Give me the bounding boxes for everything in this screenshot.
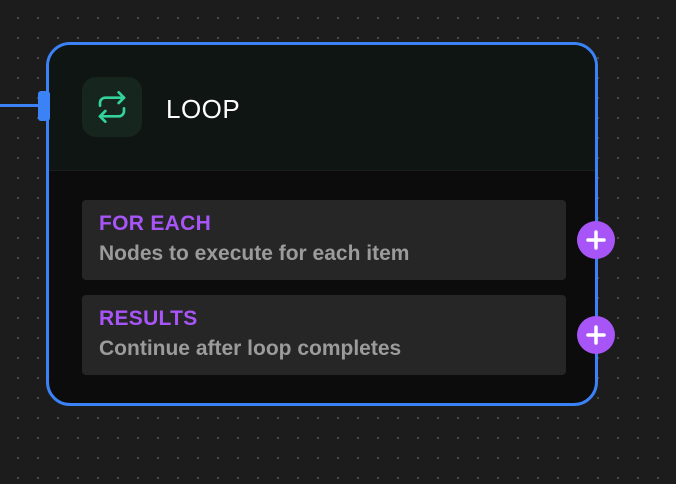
handle-for-each: FOR EACH Nodes to execute for each item xyxy=(82,200,566,280)
handle-label: RESULTS xyxy=(99,307,198,330)
handle-results: RESULTS Continue after loop completes xyxy=(82,295,566,375)
handle-description: Nodes to execute for each item xyxy=(99,242,410,265)
handle-label: FOR EACH xyxy=(99,212,212,235)
input-port[interactable] xyxy=(38,91,50,121)
node-header: LOOP xyxy=(49,45,595,171)
results-output-port[interactable] xyxy=(577,316,615,354)
workflow-canvas[interactable]: LOOP FOR EACH Nodes to execute for each … xyxy=(0,0,676,484)
plus-icon xyxy=(586,325,606,345)
plus-icon xyxy=(586,230,606,250)
handle-description: Continue after loop completes xyxy=(99,337,402,360)
for-each-output-port[interactable] xyxy=(577,221,615,259)
repeat-icon xyxy=(82,77,142,137)
incoming-edge[interactable] xyxy=(0,104,42,107)
node-title: LOOP xyxy=(166,94,241,124)
loop-node[interactable]: LOOP FOR EACH Nodes to execute for each … xyxy=(46,42,598,406)
